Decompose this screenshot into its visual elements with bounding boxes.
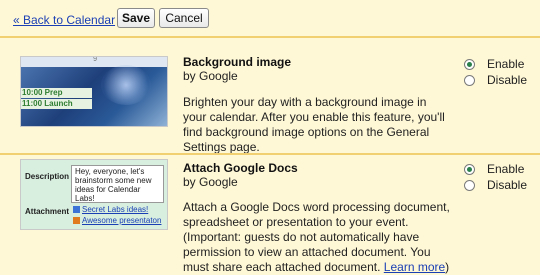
back-to-calendar-link[interactable]: « Back to Calendar xyxy=(13,13,115,27)
lab-title: Attach Google Docs xyxy=(183,161,298,175)
disable-radio[interactable] xyxy=(464,75,475,86)
lab-description: Attach a Google Docs word processing doc… xyxy=(183,200,451,275)
lab-byline: by Google xyxy=(183,175,238,189)
enable-radio[interactable] xyxy=(464,164,475,175)
attachment-name: Secret Labs ideas! xyxy=(82,205,149,214)
lab-title: Background image xyxy=(183,55,292,69)
lab-byline: by Google xyxy=(183,69,238,83)
top-toolbar: « Back to Calendar Save Cancel xyxy=(0,0,540,36)
presentation-icon xyxy=(73,217,80,224)
preview-event: 11:00 Launch xyxy=(21,99,92,109)
preview-attachment-label: Attachment xyxy=(25,207,70,216)
preview-event: 10:00 Prep xyxy=(21,88,92,98)
document-icon xyxy=(73,206,80,213)
lab-row-attach-google-docs: Description Hey, everyone, let's brainst… xyxy=(0,155,540,274)
learn-more-link[interactable]: Learn more xyxy=(384,260,445,274)
lab-description: Brighten your day with a background imag… xyxy=(183,95,445,154)
save-button[interactable]: Save xyxy=(117,8,155,28)
background-image-preview: 9 10:00 Prep 11:00 Launch xyxy=(20,56,168,127)
preview-hour-label: 9 xyxy=(93,56,97,63)
enable-radio[interactable] xyxy=(464,59,475,70)
preview-calendar-header: 9 xyxy=(21,57,167,67)
preview-attachment: Awesome presentaton xyxy=(73,216,161,225)
closing-paren: ) xyxy=(445,260,450,274)
attachment-name: Awesome presentaton xyxy=(82,216,162,225)
disable-label: Disable xyxy=(487,73,528,87)
preview-attachment: Secret Labs ideas! xyxy=(73,205,148,214)
preview-description-label: Description xyxy=(25,172,70,181)
attach-docs-preview: Description Hey, everyone, let's brainst… xyxy=(20,159,168,230)
enable-label: Enable xyxy=(487,162,525,176)
galaxy-image xyxy=(101,65,151,105)
enable-label: Enable xyxy=(487,57,525,71)
disable-label: Disable xyxy=(487,178,528,192)
preview-description-text: Hey, everyone, let's brainstorm some new… xyxy=(71,165,164,203)
lab-row-background-image: 9 10:00 Prep 11:00 Launch Background ima… xyxy=(0,38,540,154)
disable-radio[interactable] xyxy=(464,180,475,191)
cancel-button[interactable]: Cancel xyxy=(159,8,209,28)
